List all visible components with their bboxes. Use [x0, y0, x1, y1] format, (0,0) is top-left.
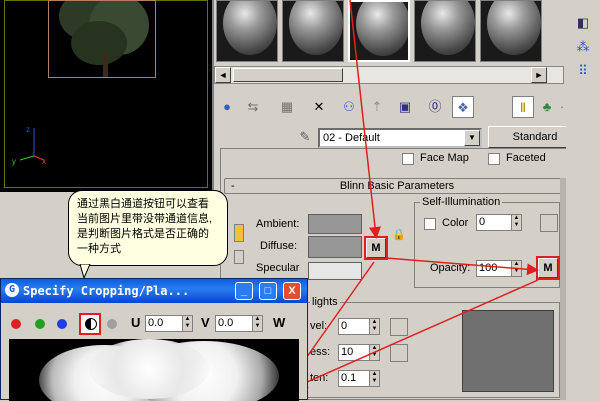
annotation-text: 通过黑白通道按钮可以查看当前图片里带没带通道信息,是判断图片格式是否正确的一种方…: [77, 198, 213, 255]
dialog-title: Specify Cropping/Pla...: [23, 284, 190, 298]
app-icon: G: [5, 283, 19, 297]
w-label: W: [273, 315, 286, 330]
close-button[interactable]: X: [283, 282, 301, 300]
annotation-callout: 通过黑白通道按钮可以查看当前图片里带没带通道信息,是判断图片格式是否正确的一种方…: [68, 190, 228, 266]
alpha-preview-image: [9, 339, 299, 401]
green-channel-button[interactable]: [35, 319, 45, 329]
u-label: U: [131, 315, 141, 330]
blue-channel-button[interactable]: [57, 319, 67, 329]
mono-channel-icon: [85, 318, 97, 330]
red-channel-button[interactable]: [11, 319, 21, 329]
v-spinner[interactable]: 0.0 ▲ ▼: [215, 315, 263, 332]
gray-channel-button[interactable]: [107, 319, 117, 329]
alpha-channel-button[interactable]: [79, 313, 101, 335]
u-spinner[interactable]: 0.0 ▲ ▼: [145, 315, 193, 332]
v-label: V: [201, 315, 210, 330]
specify-cropping-dialog: G Specify Cropping/Pla... _ □ X U 0.0 ▲ ▼ …: [0, 278, 308, 401]
minimize-button[interactable]: _: [235, 282, 253, 300]
maximize-button[interactable]: □: [259, 282, 277, 300]
